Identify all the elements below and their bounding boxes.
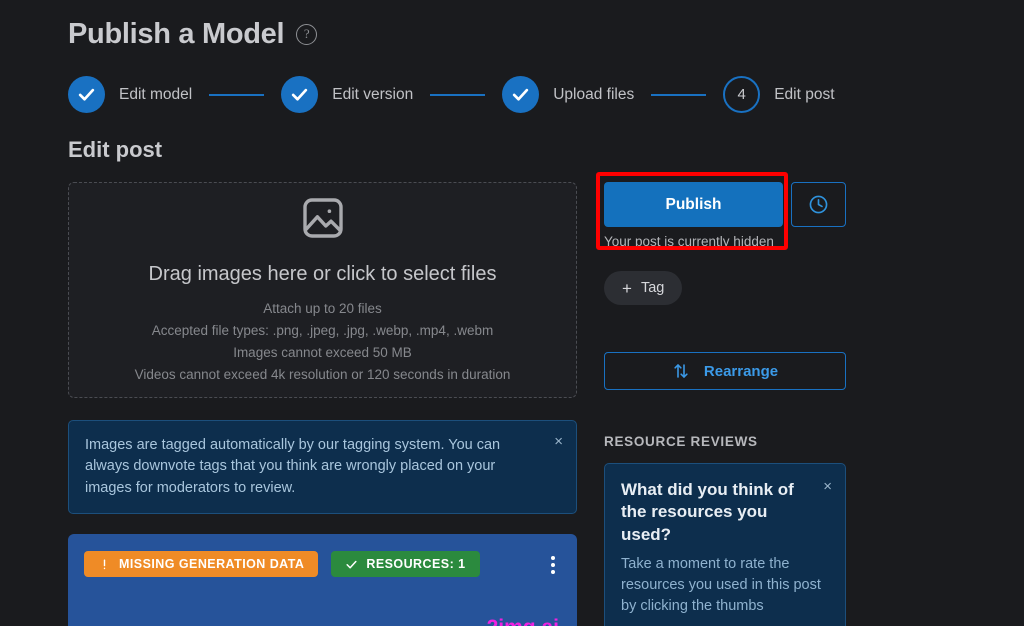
dropzone-hint-types: Accepted file types: .png, .jpeg, .jpg, … xyxy=(151,323,494,339)
step-connector xyxy=(209,93,265,96)
step-connector xyxy=(430,93,486,96)
add-tag-label: Tag xyxy=(640,280,665,296)
publish-model-page: Publish a Model ? Edit model Edit versio… xyxy=(0,0,1024,626)
clock-icon[interactable] xyxy=(791,182,846,227)
alert-icon xyxy=(103,559,106,570)
step-number: 4 xyxy=(723,76,761,113)
step-check-icon xyxy=(281,76,319,113)
step-upload-files[interactable]: Upload files xyxy=(502,76,634,113)
dropzone-main-text: Drag images here or click to select file… xyxy=(148,263,497,286)
close-icon[interactable]: × xyxy=(823,479,832,494)
watermark: 2img.ai xyxy=(487,616,559,626)
status-badge-resources[interactable]: RESOURCES: 1 xyxy=(331,551,480,578)
badge-label: MISSING GENERATION DATA xyxy=(119,557,305,572)
rearrange-label: Rearrange xyxy=(703,362,779,380)
publish-row: Publish xyxy=(604,182,846,227)
card-badges: MISSING GENERATION DATA RESOURCES: 1 xyxy=(84,551,561,578)
badge-label: RESOURCES: 1 xyxy=(366,557,466,572)
dropzone-hint-image-size: Images cannot exceed 50 MB xyxy=(233,345,412,360)
post-visibility-note: Your post is currently hidden xyxy=(604,234,774,249)
review-card-body: Take a moment to rate the resources you … xyxy=(621,556,821,615)
step-connector xyxy=(651,93,707,96)
page-title: Publish a Model xyxy=(68,18,285,50)
image-placeholder-icon xyxy=(299,194,347,247)
dropzone-hint-video-limit: Videos cannot exceed 4k resolution or 12… xyxy=(134,366,511,382)
publish-button[interactable]: Publish xyxy=(604,182,783,227)
step-edit-model[interactable]: Edit model xyxy=(68,76,192,113)
review-card-title: What did you think of the resources you … xyxy=(621,480,794,544)
add-tag-button[interactable]: + Tag xyxy=(604,271,683,305)
page-header: Publish a Model ? xyxy=(68,18,318,51)
step-edit-post[interactable]: 4 Edit post xyxy=(723,76,835,113)
post-image-card[interactable]: MISSING GENERATION DATA RESOURCES: 1 2im… xyxy=(68,534,577,626)
step-edit-version[interactable]: Edit version xyxy=(281,76,413,113)
step-label: Edit post xyxy=(774,85,835,103)
section-heading: Edit post xyxy=(68,137,163,162)
plus-icon: + xyxy=(622,278,632,298)
close-icon[interactable]: × xyxy=(554,434,563,449)
tagging-info-alert: Images are tagged automatically by our t… xyxy=(68,420,577,515)
question-mark-icon[interactable]: ? xyxy=(296,24,318,45)
stepper: Edit model Edit version Upload files 4 E… xyxy=(68,76,835,113)
right-column: Publish Your post is currently hidden + … xyxy=(604,182,846,626)
left-column: Drag images here or click to select file… xyxy=(68,182,577,626)
kebab-menu-icon[interactable] xyxy=(551,556,555,575)
step-check-icon xyxy=(68,76,105,113)
step-label: Edit version xyxy=(332,85,414,103)
dropzone-hint-files: Attach up to 20 files xyxy=(263,301,382,317)
resource-reviews-heading: RESOURCE REVIEWS xyxy=(604,434,758,449)
step-label: Edit model xyxy=(119,85,193,103)
alert-message: Images are tagged automatically by our t… xyxy=(85,437,501,496)
file-dropzone[interactable]: Drag images here or click to select file… xyxy=(68,182,577,398)
check-icon xyxy=(346,560,357,569)
up-down-arrows-icon xyxy=(674,364,688,378)
step-check-icon xyxy=(502,76,540,113)
status-badge-missing-generation-data[interactable]: MISSING GENERATION DATA xyxy=(84,551,319,578)
resource-review-card: What did you think of the resources you … xyxy=(604,463,846,626)
rearrange-button[interactable]: Rearrange xyxy=(604,352,846,390)
step-label: Upload files xyxy=(553,85,635,103)
